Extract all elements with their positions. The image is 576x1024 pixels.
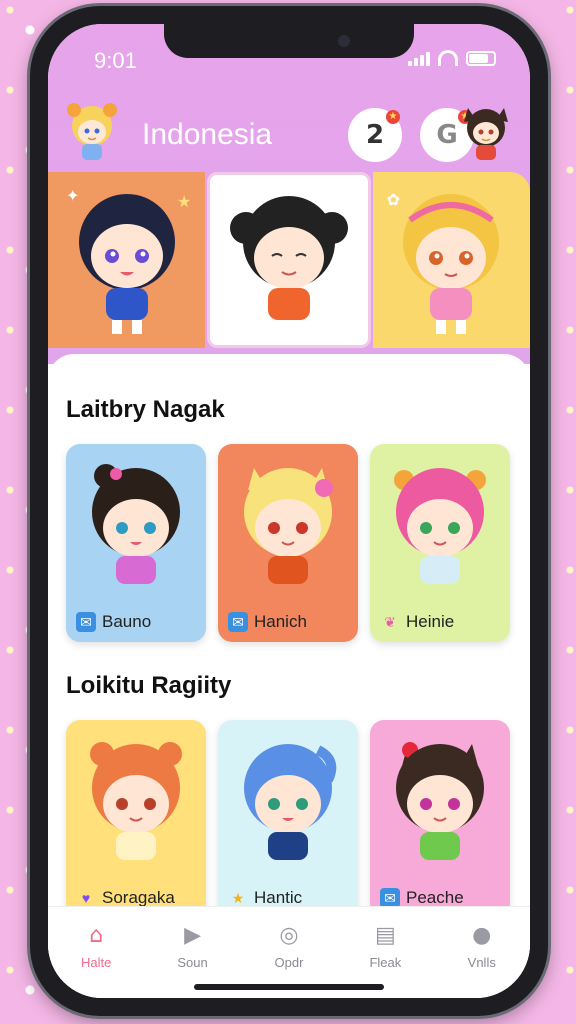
- chibi-character: [394, 468, 486, 584]
- main-content: Laitbry Nagak ✉ Bauno ✉ Hanich ❦ Heinie …: [48, 354, 530, 998]
- featured-carousel[interactable]: ✦ ★ ✿: [48, 172, 530, 348]
- nav-label: Halte: [81, 955, 112, 970]
- character-name: Bauno: [102, 612, 152, 631]
- character-name: Hanich: [254, 612, 307, 631]
- profile-icon: ●: [472, 922, 492, 948]
- character-card-peache[interactable]: ✉ Peache: [370, 720, 510, 918]
- character-name: Heinie: [406, 612, 455, 631]
- envelope-heart-icon: ✉: [228, 612, 248, 632]
- envelope-heart-icon: ✉: [76, 612, 96, 632]
- user-avatar[interactable]: [62, 100, 122, 166]
- screen: 9:01 Indonesia 2 ★ G ★ ✦ ★ ✿ Laitbry Nag…: [48, 24, 530, 998]
- chibi-character: [78, 194, 175, 334]
- character-card-hantic[interactable]: ★ Hantic: [218, 720, 358, 918]
- phone-frame: 9:01 Indonesia 2 ★ G ★ ✦ ★ ✿ Laitbry Nag…: [30, 6, 548, 1016]
- nav-label: Soun: [177, 955, 208, 970]
- character-card-bauno[interactable]: ✉ Bauno: [66, 444, 206, 642]
- character-card-soragaka[interactable]: ♥ Soragaka: [66, 720, 206, 918]
- nav-item-home[interactable]: ⌂ Halte: [56, 921, 136, 998]
- chibi-character: [396, 742, 484, 860]
- character-card-heinie[interactable]: ❦ Heinie: [370, 444, 510, 642]
- notification-badge-button[interactable]: 2 ★: [348, 108, 402, 162]
- bottom-nav: ⌂ Halte ▶ Soun ◎ Opdr ▤ Fleak ● Vnlls: [48, 906, 530, 998]
- section-title: Loikitu Ragiity: [66, 672, 232, 699]
- chibi-character: [403, 194, 500, 334]
- status-icons: [408, 50, 496, 66]
- home-icon: ⌂: [89, 922, 104, 948]
- status-time: 9:01: [94, 48, 137, 73]
- wifi-icon: [438, 50, 458, 66]
- home-indicator[interactable]: [194, 984, 384, 990]
- app-title: Indonesia: [142, 118, 273, 151]
- nav-label: Vnlls: [467, 955, 496, 970]
- nav-label: Fleak: [369, 955, 402, 970]
- character-label: ★ Hantic: [228, 888, 302, 908]
- camera-icon: [338, 35, 350, 47]
- character-name: Soragaka: [102, 888, 175, 907]
- chibi-character: [244, 468, 333, 584]
- character-card-hanich[interactable]: ✉ Hanich: [218, 444, 358, 642]
- character-name: Hantic: [254, 888, 303, 907]
- chibi-character: [92, 464, 180, 584]
- battery-icon: [466, 50, 496, 66]
- badge-button-label: 2: [365, 120, 385, 150]
- carousel-card[interactable]: ✦ ★: [48, 172, 206, 348]
- section-title: Laitbry Nagak: [66, 396, 225, 423]
- character-label: ❦ Heinie: [380, 612, 454, 632]
- star-badge-icon: ★: [386, 110, 400, 124]
- chibi-character: [90, 742, 182, 860]
- sparkle-icon: ★: [176, 192, 192, 211]
- carousel-card-selected[interactable]: [207, 172, 371, 348]
- character-label: ✉ Hanich: [228, 612, 307, 632]
- chibi-character: [229, 196, 348, 334]
- sparkle-icon: ✦: [66, 186, 80, 205]
- chibi-character: [244, 744, 337, 860]
- bow-icon: ❦: [384, 613, 396, 630]
- app-header: Indonesia 2 ★ G ★: [62, 100, 516, 170]
- carousel-card[interactable]: ✿: [372, 172, 530, 348]
- friend-avatar[interactable]: [456, 100, 516, 166]
- top-header-area: 9:01 Indonesia 2 ★ G ★ ✦ ★ ✿: [48, 24, 530, 364]
- character-label: ♥ Soragaka: [76, 888, 175, 908]
- character-label: ✉ Peache: [380, 888, 464, 908]
- sparkle-icon: ✿: [386, 190, 401, 209]
- character-grid: ♥ Soragaka ★ Hantic ✉ Peache: [66, 720, 512, 918]
- character-grid: ✉ Bauno ✉ Hanich ❦ Heinie: [66, 444, 512, 642]
- nav-item-profile[interactable]: ● Vnlls: [442, 921, 522, 998]
- book-icon: ▤: [374, 922, 396, 948]
- character-name: Peache: [406, 888, 464, 907]
- nav-label: Opdr: [274, 955, 304, 970]
- play-icon: ▶: [184, 922, 202, 948]
- heart-icon: ♥: [81, 890, 91, 906]
- star-icon: ★: [231, 889, 245, 906]
- badge-button-label: G: [436, 120, 458, 150]
- disc-icon: ◎: [279, 922, 299, 948]
- character-label: ✉ Bauno: [76, 612, 151, 632]
- signal-icon: [408, 50, 430, 66]
- notch: [164, 24, 414, 58]
- envelope-heart-icon: ✉: [380, 888, 400, 908]
